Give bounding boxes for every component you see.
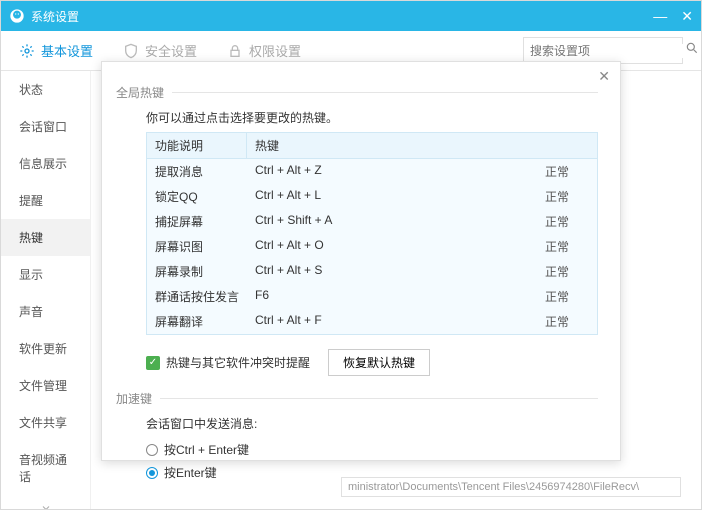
hotkey-key: Ctrl + Alt + L — [247, 186, 537, 207]
send-message-label: 会话窗口中发送消息: — [146, 415, 598, 432]
radio-enter[interactable]: 按Enter键 — [146, 461, 598, 484]
hotkey-status: 正常 — [537, 161, 597, 182]
hotkey-key: Ctrl + Alt + Z — [247, 161, 537, 182]
hotkey-row[interactable]: 屏幕翻译Ctrl + Alt + F正常 — [147, 309, 597, 334]
hotkey-fn: 提取消息 — [147, 161, 247, 182]
section-accelerator: 加速键 — [116, 390, 598, 407]
hotkey-fn: 捕捉屏幕 — [147, 211, 247, 232]
hotkey-key: Ctrl + Alt + S — [247, 261, 537, 282]
hotkey-row[interactable]: 屏幕录制Ctrl + Alt + S正常 — [147, 259, 597, 284]
radio-icon — [146, 467, 158, 479]
radio-icon — [146, 444, 158, 456]
col-hotkey: 热键 — [247, 133, 597, 158]
restore-defaults-button[interactable]: 恢复默认热键 — [328, 349, 430, 376]
hotkey-row[interactable]: 屏幕识图Ctrl + Alt + O正常 — [147, 234, 597, 259]
hotkey-fn: 屏幕录制 — [147, 261, 247, 282]
col-function: 功能说明 — [147, 133, 247, 158]
hotkey-table: 功能说明 热键 提取消息Ctrl + Alt + Z正常锁定QQCtrl + A… — [146, 132, 598, 335]
dialog-close-button[interactable]: ✕ — [598, 68, 610, 85]
hotkey-dialog: ✕ 全局热键 你可以通过点击选择要更改的热键。 功能说明 热键 提取消息Ctrl… — [101, 61, 621, 461]
hotkey-status: 正常 — [537, 186, 597, 207]
hotkey-row[interactable]: 群通话按住发言F6正常 — [147, 284, 597, 309]
conflict-reminder-checkbox[interactable]: ✓ 热键与其它软件冲突时提醒 — [146, 354, 310, 371]
radio-ctrl-enter[interactable]: 按Ctrl + Enter键 — [146, 438, 598, 461]
hotkey-status: 正常 — [537, 211, 597, 232]
hotkey-key: Ctrl + Alt + F — [247, 311, 537, 332]
check-icon: ✓ — [146, 356, 160, 370]
hotkey-table-header: 功能说明 热键 — [147, 133, 597, 159]
hotkey-status: 正常 — [537, 286, 597, 307]
hotkey-status: 正常 — [537, 261, 597, 282]
hotkey-hint: 你可以通过点击选择要更改的热键。 — [146, 109, 598, 126]
hotkey-fn: 锁定QQ — [147, 186, 247, 207]
hotkey-fn: 群通话按住发言 — [147, 286, 247, 307]
hotkey-fn: 屏幕翻译 — [147, 311, 247, 332]
modal-backdrop: ✕ 全局热键 你可以通过点击选择要更改的热键。 功能说明 热键 提取消息Ctrl… — [1, 1, 701, 509]
hotkey-key: Ctrl + Shift + A — [247, 211, 537, 232]
section-global-hotkeys: 全局热键 — [116, 84, 598, 101]
hotkey-status: 正常 — [537, 236, 597, 257]
hotkey-row[interactable]: 提取消息Ctrl + Alt + Z正常 — [147, 159, 597, 184]
hotkey-row[interactable]: 锁定QQCtrl + Alt + L正常 — [147, 184, 597, 209]
hotkey-status: 正常 — [537, 311, 597, 332]
hotkey-fn: 屏幕识图 — [147, 236, 247, 257]
hotkey-key: F6 — [247, 286, 537, 307]
hotkey-row[interactable]: 捕捉屏幕Ctrl + Shift + A正常 — [147, 209, 597, 234]
hotkey-key: Ctrl + Alt + O — [247, 236, 537, 257]
